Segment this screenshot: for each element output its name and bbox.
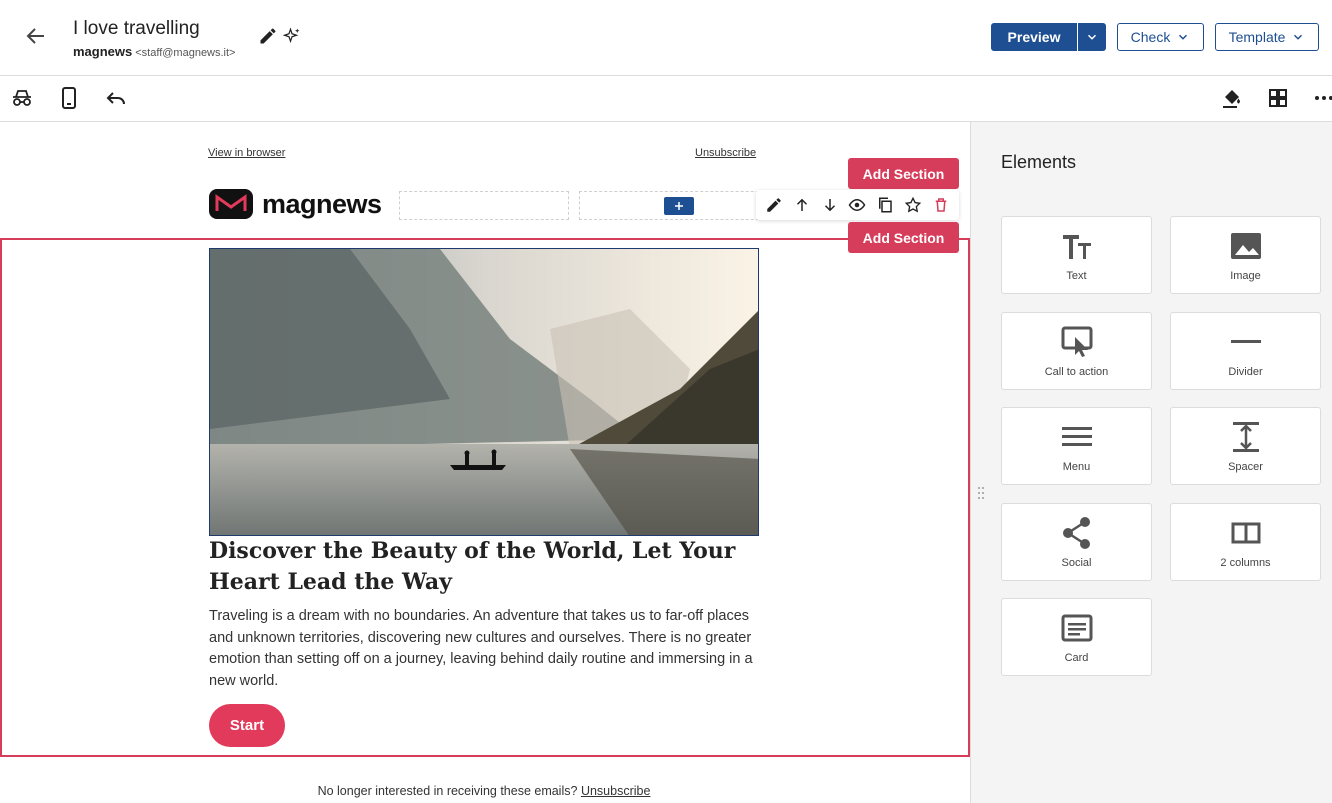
back-arrow-icon[interactable] <box>24 24 48 48</box>
sender-info: magnews <staff@magnews.it> <box>73 44 236 59</box>
email-footer: No longer interested in receiving these … <box>0 784 968 798</box>
element-label: Card <box>1064 652 1089 664</box>
star-icon[interactable] <box>904 196 922 214</box>
spacer-icon <box>1229 420 1263 454</box>
chevron-down-icon <box>1179 34 1188 40</box>
preview-button[interactable]: Preview <box>991 23 1077 51</box>
more-icon[interactable] <box>1312 86 1332 110</box>
footer-text: No longer interested in receiving these … <box>317 784 578 798</box>
trash-icon[interactable] <box>932 196 950 214</box>
element-label: Divider <box>1228 366 1263 378</box>
resize-handle-icon[interactable] <box>977 486 985 500</box>
element-social[interactable]: Social <box>1001 503 1152 581</box>
edit-pencil-icon[interactable] <box>765 196 783 214</box>
elements-panel: Elements Text Image Call to action Divid… <box>970 122 1332 803</box>
logo-text: magnews <box>262 188 382 219</box>
chevron-down-icon <box>1087 34 1097 40</box>
element-label: Call to action <box>1044 366 1109 378</box>
email-headline[interactable]: Discover the Beauty of the World, Let Yo… <box>209 536 769 598</box>
campaign-title: I love travelling <box>73 18 200 39</box>
template-label: Template <box>1228 29 1286 45</box>
email-body-text[interactable]: Traveling is a dream with no boundaries.… <box>209 606 754 692</box>
add-section-above-button[interactable]: Add Section <box>848 158 959 189</box>
element-label: 2 columns <box>1220 557 1271 569</box>
empty-column-placeholder[interactable] <box>399 191 569 220</box>
editor-toolbar <box>0 76 1332 122</box>
text-icon <box>1060 229 1094 263</box>
element-label: Spacer <box>1228 461 1263 473</box>
sparkles-icon[interactable] <box>283 27 301 45</box>
image-icon <box>1229 229 1263 263</box>
undo-icon[interactable] <box>104 86 128 110</box>
top-unsubscribe-link[interactable]: Unsubscribe <box>695 147 756 159</box>
arrow-up-icon[interactable] <box>793 196 811 214</box>
editor-header: I love travelling magnews <staff@magnews.… <box>0 0 1332 76</box>
magnews-logo-icon <box>209 189 253 219</box>
preview-dropdown-button[interactable] <box>1078 23 1106 51</box>
footer-unsubscribe-link[interactable]: Unsubscribe <box>581 784 650 798</box>
pencil-icon[interactable] <box>258 26 278 46</box>
element-text[interactable]: Text <box>1001 216 1152 294</box>
element-label: Text <box>1066 270 1087 282</box>
call-to-action-icon <box>1060 325 1094 359</box>
incognito-icon[interactable] <box>10 86 34 110</box>
chevron-down-icon <box>1294 34 1303 40</box>
elements-panel-title: Elements <box>1001 152 1077 172</box>
sender-name: magnews <box>73 44 133 59</box>
visibility-icon[interactable] <box>848 196 866 214</box>
mobile-icon[interactable] <box>57 86 81 110</box>
add-block-button[interactable] <box>664 196 694 215</box>
element-spacer[interactable]: Spacer <box>1170 407 1321 485</box>
grid-icon[interactable] <box>1266 86 1290 110</box>
element-label: Social <box>1061 557 1092 569</box>
section-toolbar <box>756 190 959 220</box>
element-image[interactable]: Image <box>1170 216 1321 294</box>
share-icon <box>1060 516 1094 550</box>
element-call-to-action[interactable]: Call to action <box>1001 312 1152 390</box>
card-icon <box>1060 611 1094 645</box>
add-section-below-button[interactable]: Add Section <box>848 222 959 253</box>
magnews-logo: magnews <box>208 188 382 220</box>
element-menu[interactable]: Menu <box>1001 407 1152 485</box>
view-in-browser-link[interactable]: View in browser <box>208 147 285 159</box>
divider-icon <box>1229 325 1263 359</box>
check-label: Check <box>1130 29 1171 45</box>
paint-bucket-icon[interactable] <box>1220 86 1244 110</box>
element-label: Menu <box>1062 461 1091 473</box>
empty-column-placeholder[interactable] <box>579 191 779 220</box>
menu-icon <box>1060 420 1094 454</box>
element-2-columns[interactable]: 2 columns <box>1170 503 1321 581</box>
element-card[interactable]: Card <box>1001 598 1152 676</box>
arrow-down-icon[interactable] <box>821 196 839 214</box>
element-divider[interactable]: Divider <box>1170 312 1321 390</box>
hero-image-lake-boat[interactable] <box>209 248 759 536</box>
check-button[interactable]: Check <box>1117 23 1204 51</box>
element-label: Image <box>1230 270 1261 282</box>
plus-icon <box>675 201 683 210</box>
template-button[interactable]: Template <box>1215 23 1319 51</box>
email-canvas: View in browser Unsubscribe magnews Add … <box>0 122 970 803</box>
two-columns-icon <box>1229 516 1263 550</box>
sender-email: <staff@magnews.it> <box>135 47 236 59</box>
start-cta-button[interactable]: Start <box>209 704 285 747</box>
duplicate-icon[interactable] <box>876 196 894 214</box>
